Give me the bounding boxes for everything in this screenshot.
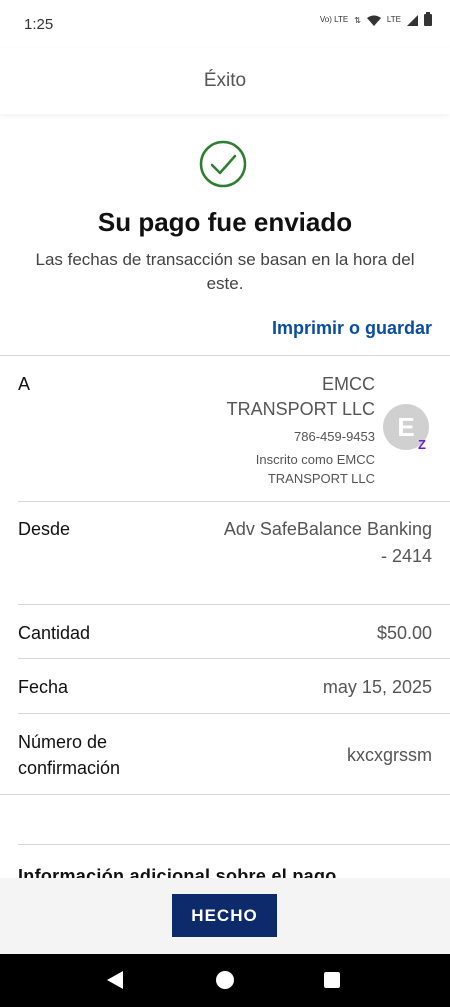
recipient-enrolled-line1: Inscrito como EMCC: [255, 452, 375, 467]
success-title: Su pago fue enviado: [97, 207, 353, 237]
divider: [0, 355, 450, 356]
page-title: Éxito: [203, 70, 247, 91]
from-account-line1: Adv SafeBalance Banking: [223, 519, 432, 539]
recipient-label: A: [18, 374, 31, 394]
divider: [18, 604, 450, 605]
done-button[interactable]: HECHO: [172, 894, 277, 937]
home-icon[interactable]: [216, 971, 234, 989]
confirmation-number: kxcxgrssm: [347, 745, 432, 765]
wifi-icon: [366, 15, 381, 26]
divider: [18, 501, 450, 502]
recipient-name-line2: TRANSPORT LLC: [226, 399, 375, 419]
data-arrows-icon: ⇅: [354, 15, 361, 25]
battery-icon: [424, 12, 432, 26]
status-icons: Vo) LTE ⇅ LTE: [319, 12, 432, 26]
date-value: may 15, 2025: [322, 677, 432, 697]
signal-icon: [407, 14, 418, 26]
back-icon[interactable]: [107, 971, 123, 989]
divider: [0, 794, 450, 795]
from-account-line2: - 2414: [380, 546, 432, 566]
status-time: 1:25: [24, 16, 54, 33]
amount-label: Cantidad: [18, 623, 91, 643]
volte-indicator: Vo) LTE: [319, 15, 349, 24]
divider: [18, 658, 450, 659]
recents-icon[interactable]: [324, 972, 340, 988]
recipient-enrolled-line2: TRANSPORT LLC: [267, 471, 375, 486]
confirmation-label-line2: confirmación: [18, 758, 121, 778]
zelle-badge-icon: Z: [418, 437, 426, 452]
confirmation-label-line1: Número de: [18, 732, 108, 752]
timezone-note: Las fechas de transacción se basan en la…: [35, 250, 415, 293]
print-or-save-link[interactable]: Imprimir o guardar: [272, 318, 432, 339]
divider: [18, 844, 450, 845]
additional-info-heading: Información adicional sobre el pago: [18, 868, 337, 878]
status-bar: 1:25 Vo) LTE ⇅ LTE: [0, 0, 450, 48]
from-label: Desde: [18, 519, 71, 539]
success-check-icon: [199, 140, 247, 188]
app-bar: Éxito: [0, 48, 450, 114]
amount-value: $50.00: [376, 623, 432, 643]
date-label: Fecha: [18, 677, 69, 697]
lte-indicator: LTE: [386, 15, 401, 24]
recipient-details: EMCC TRANSPORT LLC 786-459-9453 Inscrito…: [227, 372, 375, 488]
recipient-phone: 786-459-9453: [294, 429, 375, 444]
divider: [18, 713, 450, 714]
recipient-name-line1: EMCC: [322, 374, 375, 394]
